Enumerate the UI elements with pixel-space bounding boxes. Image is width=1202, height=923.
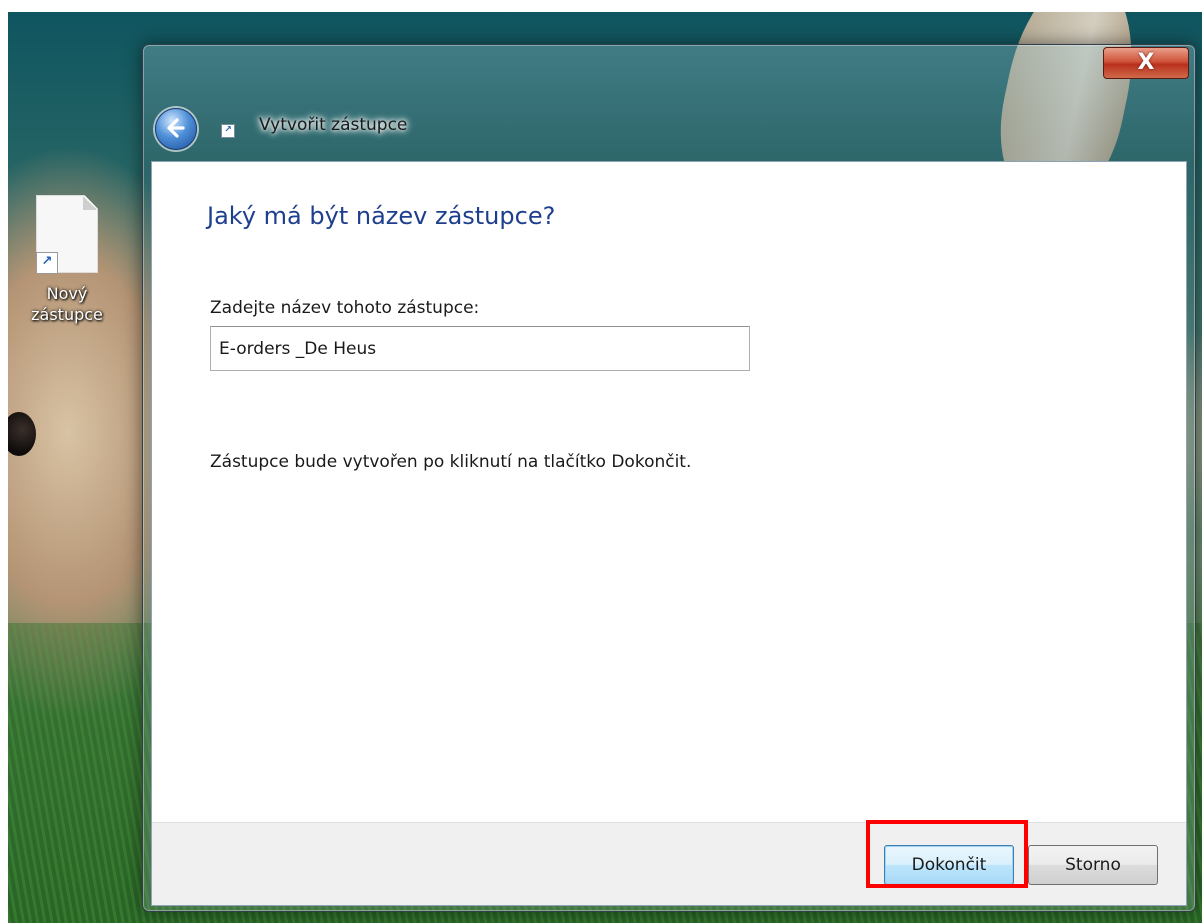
file-fold-corner	[83, 196, 97, 210]
back-arrow-icon	[167, 118, 185, 138]
finish-button[interactable]: Dokončit	[884, 845, 1014, 885]
button-bar: Dokončit Storno	[152, 822, 1186, 905]
create-shortcut-window: X ↗ Vytvořit zástupce Jaký má být název …	[142, 44, 1196, 912]
back-button[interactable]	[155, 108, 197, 150]
shortcut-icon: ↗	[221, 124, 235, 138]
wizard-content: Jaký má být název zástupce? Zadejte náze…	[151, 161, 1187, 906]
window-title: Vytvořit zástupce	[259, 115, 408, 135]
desktop-shortcut-label: Nový zástupce	[31, 284, 103, 324]
shortcut-name-input[interactable]	[210, 326, 750, 371]
wallpaper-rabbit-eye	[8, 412, 36, 456]
info-text: Zástupce bude vytvořen po kliknutí na tl…	[210, 452, 692, 472]
cancel-button[interactable]: Storno	[1028, 845, 1158, 885]
desktop-shortcut[interactable]: ↗ Nový zástupce	[22, 195, 112, 325]
shortcut-arrow-icon: ↗	[36, 252, 58, 274]
shortcut-name-label: Zadejte název tohoto zástupce:	[210, 298, 480, 318]
close-button[interactable]: X	[1103, 47, 1189, 79]
page-title: Jaký má být název zástupce?	[207, 202, 556, 230]
